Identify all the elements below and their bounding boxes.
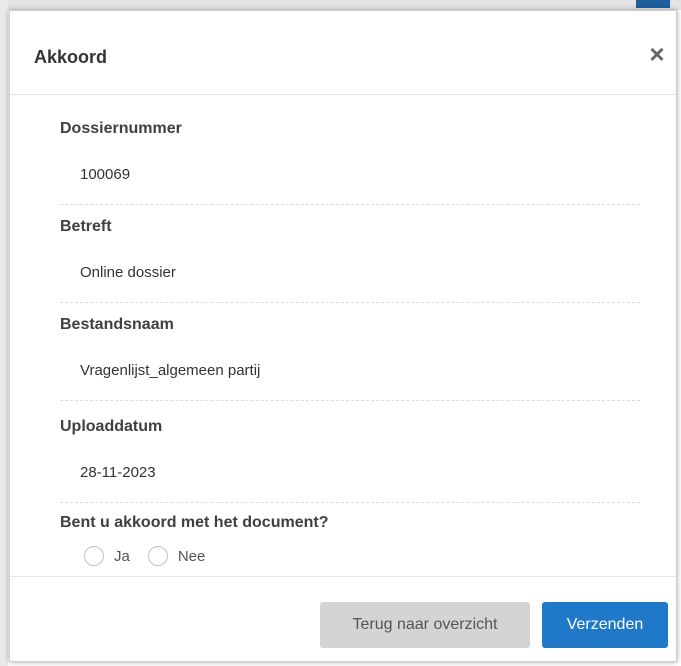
field-divider <box>60 400 640 401</box>
backdrop-left-edge <box>0 0 8 666</box>
dialog-title: Akkoord <box>34 47 108 67</box>
field-divider <box>60 502 640 503</box>
field-value: Online dossier <box>80 264 176 281</box>
radio-nee[interactable] <box>147 546 168 566</box>
dialog-header: Akkoord × <box>10 11 676 95</box>
field-label: Bestandsnaam <box>60 316 174 333</box>
field-label: Betreft <box>60 218 112 235</box>
field-value: 100069 <box>80 166 131 183</box>
field-label: Dossiernummer <box>60 120 182 137</box>
close-icon: × <box>649 39 665 69</box>
back-to-overview-button[interactable]: Terug naar overzicht <box>320 602 530 648</box>
field-divider <box>60 302 640 303</box>
radio-option-ja[interactable]: Ja <box>84 546 130 566</box>
field-label: Uploaddatum <box>60 418 163 435</box>
backdrop-top-edge <box>0 0 681 10</box>
akkoord-dialog: Akkoord × Dossiernummer 100069 Betreft O… <box>9 10 677 662</box>
radio-label-nee: Nee <box>177 547 206 565</box>
radio-label-ja: Ja <box>114 547 130 565</box>
dialog-body: Dossiernummer 100069 Betreft Online doss… <box>10 96 676 576</box>
agreement-question: Bent u akkoord met het document? <box>60 514 329 531</box>
radio-ja[interactable] <box>84 546 104 566</box>
dialog-footer: Terug naar overzicht Verzenden <box>10 576 676 661</box>
field-divider <box>60 204 640 205</box>
agreement-radio-group: Ja Nee <box>84 544 223 568</box>
field-value: Vragenlijst_algemeen partij <box>80 362 261 379</box>
submit-button[interactable]: Verzenden <box>542 602 668 648</box>
radio-option-nee[interactable]: Nee <box>147 546 206 566</box>
backdrop-accent <box>636 0 670 8</box>
close-button[interactable]: × <box>642 39 672 69</box>
field-value: 28-11-2023 <box>80 464 156 481</box>
